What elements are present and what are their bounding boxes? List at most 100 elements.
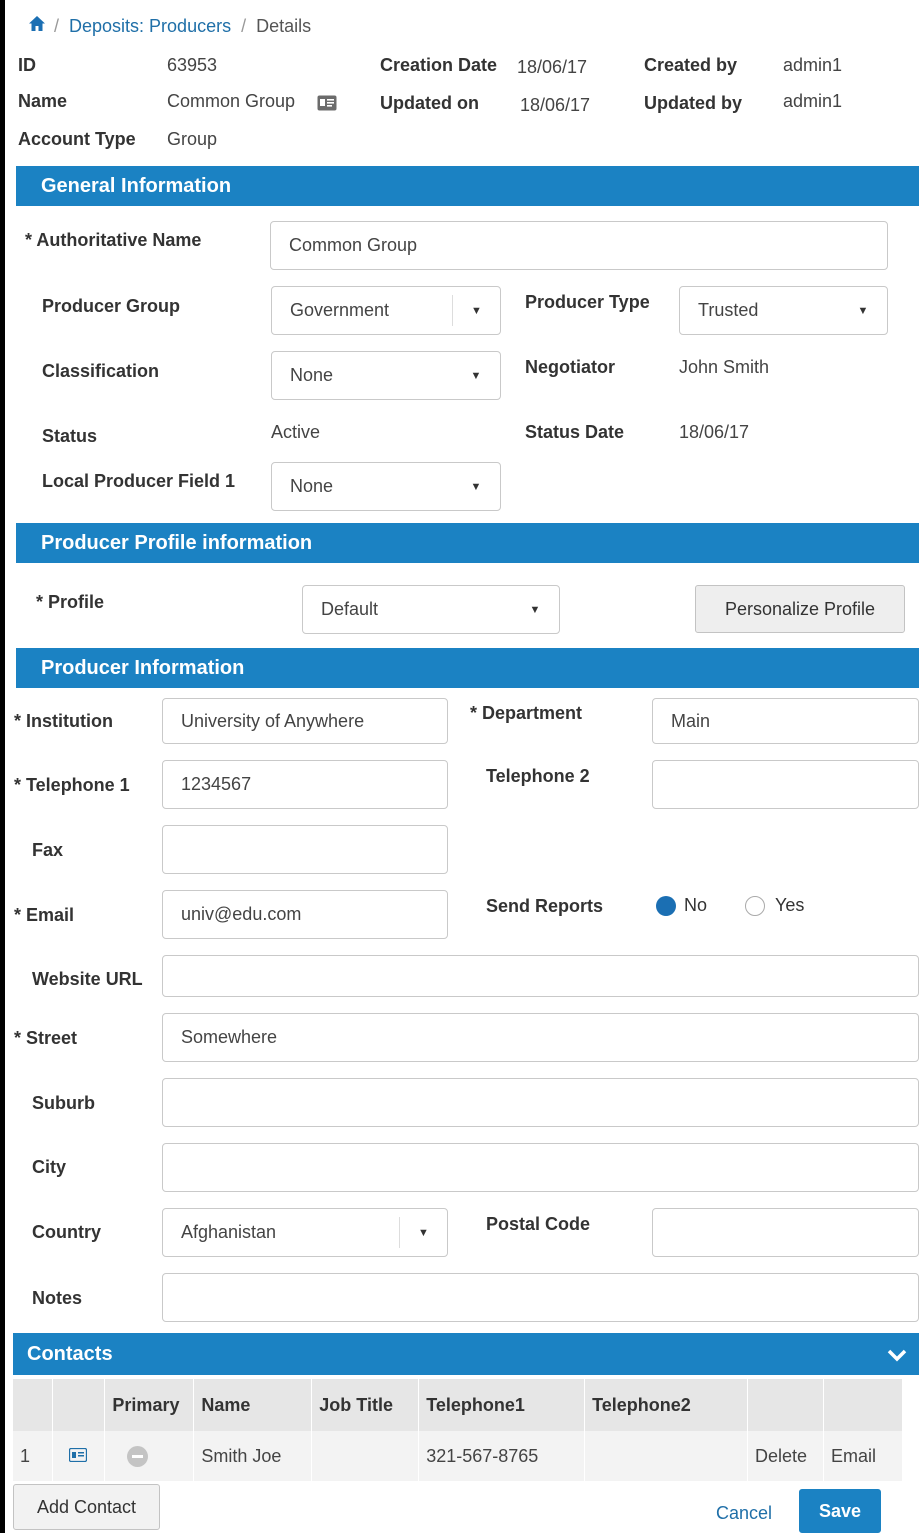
- home-icon[interactable]: [28, 15, 50, 37]
- status-label: Status: [42, 426, 98, 446]
- profile-value: Default: [321, 599, 379, 619]
- producer-type-label: Producer Type: [525, 292, 650, 312]
- institution-label: * Institution: [14, 711, 113, 731]
- status-date-label: Status Date: [525, 422, 625, 442]
- caret-down-icon: ▼: [857, 304, 869, 317]
- caret-down-icon: ▼: [470, 480, 482, 493]
- personalize-profile-button[interactable]: Personalize Profile: [695, 585, 905, 633]
- send-reports-no-radio[interactable]: No: [656, 895, 707, 916]
- street-value: Somewhere: [181, 1027, 278, 1047]
- section-producer-profile: Producer Profile information: [16, 523, 919, 563]
- section-producer-information: Producer Information: [16, 648, 919, 688]
- institution-input[interactable]: University of Anywhere: [162, 698, 448, 744]
- email-label: * Email: [14, 905, 75, 925]
- minus-circle-icon: [127, 1445, 149, 1467]
- producer-group-label: Producer Group: [42, 296, 181, 316]
- updated-by-value: admin1: [783, 91, 843, 111]
- authoritative-name-value: Common Group: [289, 235, 418, 255]
- breadcrumb-current: Details: [256, 15, 312, 36]
- window-left-edge: [0, 0, 5, 1533]
- country-select[interactable]: Afghanistan ▼: [162, 1208, 448, 1257]
- classification-value: None: [290, 365, 334, 385]
- department-value: Main: [671, 710, 711, 731]
- breadcrumb-deposits-producers[interactable]: Deposits: Producers: [69, 16, 231, 37]
- classification-label: Classification: [42, 361, 160, 381]
- account-type-label: Account Type: [18, 129, 136, 149]
- website-url-input[interactable]: [162, 955, 919, 997]
- notes-label: Notes: [32, 1288, 83, 1308]
- primary-toggle[interactable]: [104, 1431, 195, 1481]
- created-by-value: admin1: [783, 55, 843, 75]
- name-label: Name: [18, 91, 68, 111]
- city-input[interactable]: [162, 1143, 919, 1192]
- authoritative-name-input[interactable]: Common Group: [270, 221, 888, 270]
- radio-unselected-icon: [745, 895, 765, 916]
- send-reports-yes-label: Yes: [775, 895, 805, 915]
- producer-type-select[interactable]: Trusted ▼: [679, 286, 888, 335]
- save-button[interactable]: Save: [799, 1489, 881, 1533]
- col-telephone1-header[interactable]: Telephone1: [418, 1379, 586, 1431]
- email-contact-link[interactable]: Email: [823, 1431, 904, 1481]
- breadcrumb: / Deposits: Producers / Details: [28, 13, 311, 39]
- contact-telephone1: 321-567-8765: [418, 1431, 586, 1481]
- chevron-down-icon[interactable]: [887, 1333, 907, 1375]
- breadcrumb-separator: /: [241, 15, 247, 36]
- col-telephone2-header[interactable]: Telephone2: [584, 1379, 749, 1431]
- telephone2-label: Telephone 2: [486, 766, 590, 786]
- section-contacts[interactable]: Contacts: [13, 1333, 919, 1375]
- updated-on-label: Updated on: [380, 93, 479, 113]
- notes-textarea[interactable]: [162, 1273, 919, 1322]
- col-name-header[interactable]: Name: [193, 1379, 313, 1431]
- col-primary-header[interactable]: Primary: [104, 1379, 195, 1431]
- id-card-icon[interactable]: [317, 95, 337, 116]
- classification-select[interactable]: None ▼: [271, 351, 501, 400]
- updated-on-value: 18/06/17: [520, 95, 591, 115]
- contact-card-icon[interactable]: [52, 1431, 106, 1481]
- caret-down-icon: ▼: [529, 603, 541, 616]
- contact-name-link[interactable]: Smith Joe: [193, 1431, 313, 1481]
- telephone1-input[interactable]: 1234567: [162, 760, 448, 809]
- local-producer-field-select[interactable]: None ▼: [271, 462, 501, 511]
- created-by-label: Created by: [644, 55, 738, 75]
- department-input[interactable]: Main: [652, 698, 919, 744]
- updated-by-label: Updated by: [644, 93, 743, 113]
- col-job-title-header[interactable]: Job Title: [311, 1379, 420, 1431]
- street-input[interactable]: Somewhere: [162, 1013, 919, 1062]
- telephone2-input[interactable]: [652, 760, 919, 809]
- contact-job-title: [311, 1431, 420, 1481]
- delete-contact-link[interactable]: Delete: [747, 1431, 824, 1481]
- cancel-button[interactable]: Cancel: [716, 1503, 772, 1524]
- caret-down-icon: ▼: [452, 295, 500, 326]
- col-email-header: [823, 1379, 904, 1431]
- producer-group-select[interactable]: Government ▼: [271, 286, 501, 335]
- creation-date-label: Creation Date: [380, 55, 498, 75]
- contacts-table: Primary Name Job Title Telephone1 Teleph…: [13, 1379, 904, 1481]
- name-value: Common Group: [167, 91, 296, 111]
- caret-down-icon: ▼: [470, 369, 482, 382]
- contact-row-number: 1: [13, 1431, 54, 1481]
- institution-value: University of Anywhere: [181, 710, 365, 731]
- fax-input[interactable]: [162, 825, 448, 874]
- postal-code-label: Postal Code: [486, 1214, 591, 1234]
- negotiator-value: John Smith: [679, 357, 770, 377]
- send-reports-label: Send Reports: [486, 896, 604, 916]
- email-input[interactable]: univ@edu.com: [162, 890, 448, 939]
- suburb-input[interactable]: [162, 1078, 919, 1127]
- telephone1-value: 1234567: [181, 774, 252, 794]
- postal-code-input[interactable]: [652, 1208, 919, 1257]
- website-url-label: Website URL: [32, 969, 143, 989]
- suburb-label: Suburb: [32, 1093, 95, 1113]
- add-contact-button[interactable]: Add Contact: [13, 1484, 160, 1530]
- account-type-value: Group: [167, 129, 218, 149]
- send-reports-yes-radio[interactable]: Yes: [745, 895, 804, 916]
- authoritative-name-label: * Authoritative Name: [25, 230, 202, 250]
- local-producer-field-value: None: [290, 476, 334, 496]
- creation-date-value: 18/06/17: [517, 57, 588, 77]
- status-date-value: 18/06/17: [679, 422, 750, 442]
- producer-type-value: Trusted: [698, 300, 759, 320]
- contacts-header-row: Primary Name Job Title Telephone1 Teleph…: [13, 1379, 904, 1431]
- col-index-header: [13, 1379, 54, 1431]
- producer-group-value: Government: [290, 300, 390, 320]
- profile-select[interactable]: Default ▼: [302, 585, 560, 634]
- table-row: 1 Smith Joe 321-567-8765 Delete Email: [13, 1431, 904, 1481]
